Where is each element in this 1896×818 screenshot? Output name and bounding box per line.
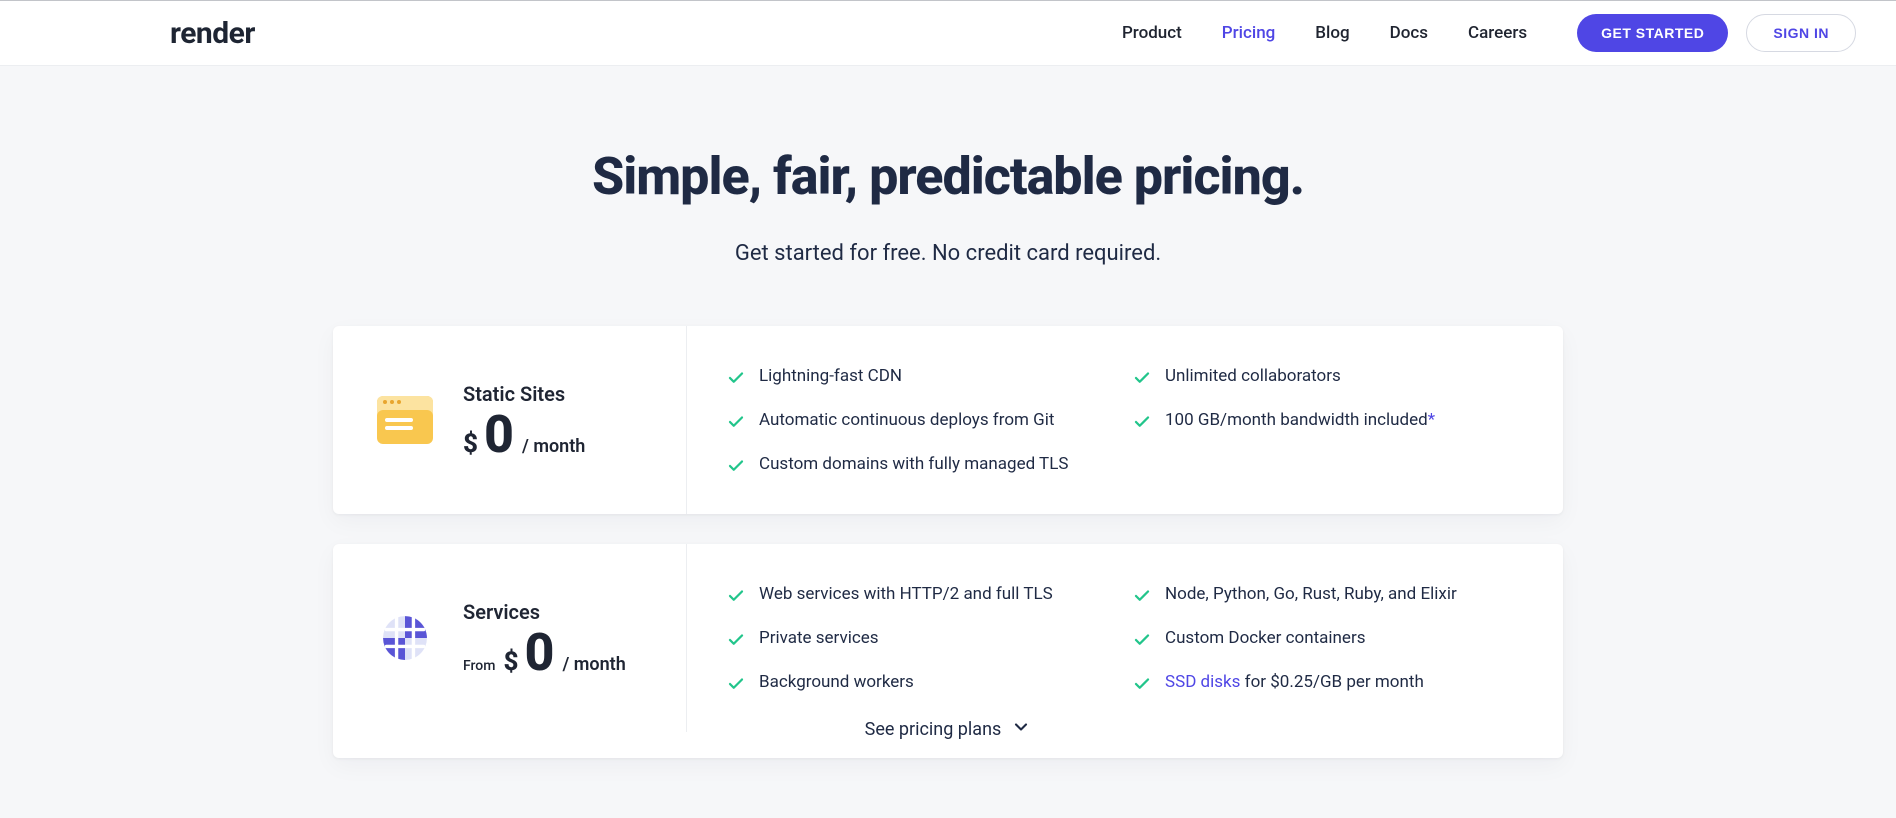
list-item: Automatic continuous deploys from Git bbox=[727, 410, 1113, 436]
price-amount: 0 bbox=[484, 412, 514, 459]
main-nav: Product Pricing Blog Docs Careers bbox=[1122, 23, 1527, 43]
pricing-card-static-sites: Static Sites $0 / month Lightning-fast C… bbox=[333, 326, 1563, 514]
price-amount: 0 bbox=[524, 630, 554, 677]
price-unit: / month bbox=[562, 654, 625, 675]
check-icon bbox=[727, 369, 745, 392]
price-from: From bbox=[463, 658, 495, 674]
check-icon bbox=[1133, 413, 1151, 436]
list-item: Web services with HTTP/2 and full TLS bbox=[727, 584, 1113, 610]
pricing-card-services: Services From $0 / month Web services wi… bbox=[333, 544, 1563, 758]
top-navigation: render Product Pricing Blog Docs Careers… bbox=[0, 0, 1896, 66]
list-item: Background workers bbox=[727, 672, 1113, 698]
card-title: Services bbox=[463, 600, 626, 624]
feature-text: 100 GB/month bandwidth included* bbox=[1165, 410, 1435, 430]
card-features: Web services with HTTP/2 and full TLS No… bbox=[687, 578, 1519, 698]
footnote-link[interactable]: * bbox=[1428, 410, 1435, 430]
list-item: Private services bbox=[727, 628, 1113, 654]
get-started-button[interactable]: GET STARTED bbox=[1577, 14, 1728, 52]
price-currency: $ bbox=[463, 429, 478, 459]
list-item: 100 GB/month bandwidth included* bbox=[1133, 410, 1519, 436]
check-icon bbox=[1133, 587, 1151, 610]
check-icon bbox=[1133, 631, 1151, 654]
header-actions: GET STARTED SIGN IN bbox=[1577, 14, 1856, 52]
feature-text: Background workers bbox=[759, 672, 914, 692]
check-icon bbox=[1133, 675, 1151, 698]
expand-label: See pricing plans bbox=[865, 719, 1002, 740]
static-site-icon bbox=[377, 392, 433, 448]
ssd-disks-link[interactable]: SSD disks bbox=[1165, 672, 1240, 692]
list-item: Custom Docker containers bbox=[1133, 628, 1519, 654]
feature-text: Unlimited collaborators bbox=[1165, 366, 1341, 386]
see-pricing-plans-toggle[interactable]: See pricing plans bbox=[333, 717, 1563, 742]
nav-product[interactable]: Product bbox=[1122, 23, 1182, 43]
nav-docs[interactable]: Docs bbox=[1390, 23, 1428, 43]
list-item: Custom domains with fully managed TLS bbox=[727, 454, 1113, 480]
list-item: Node, Python, Go, Rust, Ruby, and Elixir bbox=[1133, 584, 1519, 610]
sign-in-button[interactable]: SIGN IN bbox=[1746, 14, 1856, 52]
feature-text: Private services bbox=[759, 628, 879, 648]
chevron-down-icon bbox=[1011, 717, 1031, 742]
globe-icon bbox=[377, 610, 433, 666]
price-unit: / month bbox=[522, 436, 585, 457]
nav-pricing[interactable]: Pricing bbox=[1222, 23, 1276, 43]
hero: Simple, fair, predictable pricing. Get s… bbox=[0, 66, 1896, 326]
feature-text: Custom domains with fully managed TLS bbox=[759, 454, 1068, 474]
feature-text: Web services with HTTP/2 and full TLS bbox=[759, 584, 1053, 604]
card-summary: Services From $0 / month bbox=[377, 544, 687, 732]
check-icon bbox=[727, 675, 745, 698]
feature-text: Automatic continuous deploys from Git bbox=[759, 410, 1054, 430]
check-icon bbox=[727, 631, 745, 654]
list-item: Lightning-fast CDN bbox=[727, 366, 1113, 392]
list-item: Unlimited collaborators bbox=[1133, 366, 1519, 392]
card-features: Lightning-fast CDN Unlimited collaborato… bbox=[687, 360, 1519, 480]
page-title: Simple, fair, predictable pricing. bbox=[0, 146, 1896, 207]
check-icon bbox=[1133, 369, 1151, 392]
list-item: SSD disks for $0.25/GB per month bbox=[1133, 672, 1519, 698]
price-currency: $ bbox=[503, 647, 518, 677]
card-price: $0 / month bbox=[463, 412, 585, 459]
card-summary: Static Sites $0 / month bbox=[377, 326, 687, 514]
nav-careers[interactable]: Careers bbox=[1468, 23, 1527, 43]
check-icon bbox=[727, 413, 745, 436]
card-title: Static Sites bbox=[463, 382, 585, 406]
logo[interactable]: render bbox=[170, 16, 255, 51]
check-icon bbox=[727, 587, 745, 610]
card-price: From $0 / month bbox=[463, 630, 626, 677]
check-icon bbox=[727, 457, 745, 480]
feature-text: SSD disks for $0.25/GB per month bbox=[1165, 672, 1424, 692]
feature-text: Custom Docker containers bbox=[1165, 628, 1365, 648]
page-subtitle: Get started for free. No credit card req… bbox=[0, 241, 1896, 266]
feature-text: Lightning-fast CDN bbox=[759, 366, 902, 386]
feature-text: Node, Python, Go, Rust, Ruby, and Elixir bbox=[1165, 584, 1457, 604]
nav-blog[interactable]: Blog bbox=[1315, 23, 1349, 43]
